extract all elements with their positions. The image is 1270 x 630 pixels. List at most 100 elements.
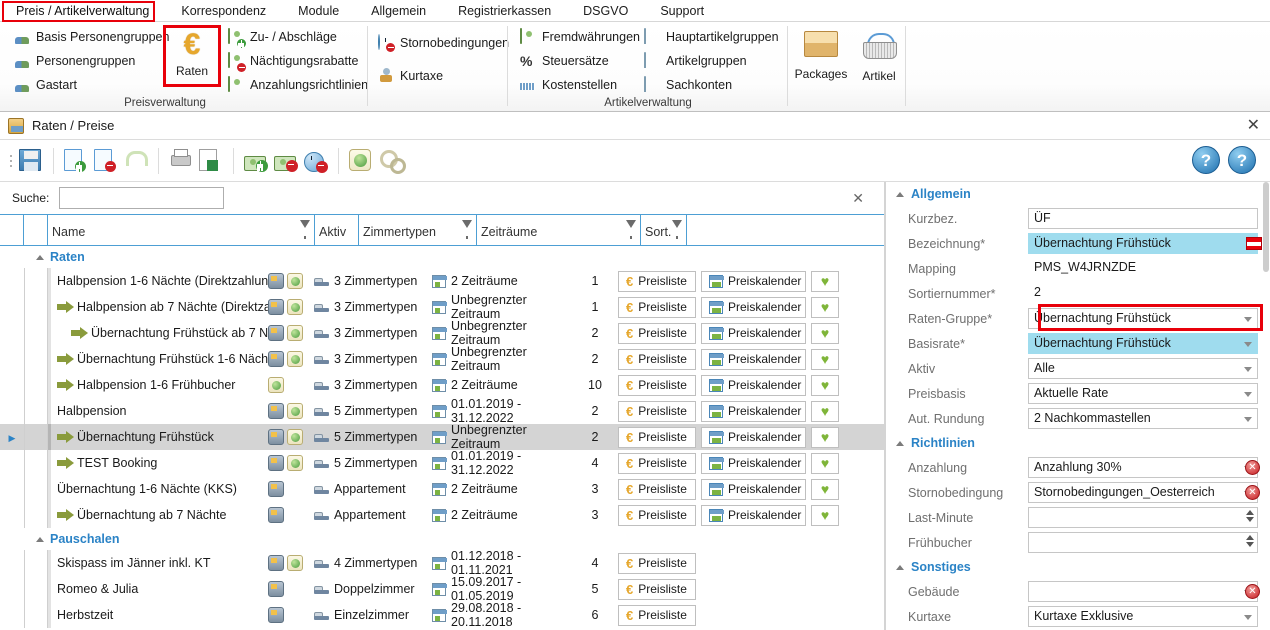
ribbon-tab-2[interactable]: Module: [282, 0, 355, 22]
row-expander[interactable]: ▶: [0, 430, 24, 444]
grid-column-header-blank[interactable]: [0, 215, 24, 245]
preiskalender-button[interactable]: Preiskalender: [701, 400, 806, 422]
preiskalender-button[interactable]: Preiskalender: [701, 322, 806, 344]
table-row[interactable]: Halbpension ab 7 Nächte (Direktzahl 3 Zim…: [0, 293, 884, 321]
cell-zimmertypen[interactable]: Appartement: [314, 508, 432, 522]
cell-name[interactable]: Übernachtung Frühstück: [48, 424, 268, 450]
card-icon[interactable]: [268, 507, 284, 523]
cell-zeitraeume[interactable]: 01.12.2018 - 01.11.2021: [432, 549, 572, 577]
grid-group-row[interactable]: Raten: [0, 246, 884, 268]
chevron-down-icon[interactable]: [1244, 317, 1252, 322]
cell-name[interactable]: Übernachtung 1-6 Nächte (KKS): [48, 476, 268, 502]
cell-zeitraeume[interactable]: 01.01.2019 - 31.12.2022: [432, 397, 572, 425]
table-row[interactable]: Romeo & Julia Doppelzimmer 15.09.2017 - 01…: [0, 575, 884, 603]
cell-zeitraeume[interactable]: 01.01.2019 - 31.12.2022: [432, 449, 572, 477]
grid-column-header-blank[interactable]: [687, 215, 883, 245]
cell-name[interactable]: Skispass im Jänner inkl. KT: [48, 550, 268, 576]
ribbon-item-artikelgruppen[interactable]: Artikelgruppen: [644, 50, 779, 71]
card-icon[interactable]: [268, 299, 284, 315]
kurzbez-input[interactable]: ÜF: [1028, 208, 1258, 229]
cell-zeitraeume[interactable]: 2 Zeiträume: [432, 508, 572, 522]
cell-zimmertypen[interactable]: 3 Zimmertypen: [314, 378, 432, 392]
excel-export-button[interactable]: [196, 146, 226, 176]
table-row[interactable]: Skispass im Jänner inkl. KT 4 Zimmertypen…: [0, 549, 884, 577]
chevron-down-icon[interactable]: [1244, 392, 1252, 397]
filter-icon[interactable]: [626, 220, 636, 239]
cell-zeitraeume[interactable]: 29.08.2018 - 20.11.2018: [432, 601, 572, 629]
cell-name[interactable]: Halbpension 1-6 Frühbucher: [48, 372, 268, 398]
preiskalender-button[interactable]: Preiskalender: [701, 296, 806, 318]
ribbon-tab-0[interactable]: Preis / Artikelverwaltung: [0, 0, 165, 22]
cell-zimmertypen[interactable]: 5 Zimmertypen: [314, 430, 432, 444]
ribbon-item-personengruppen[interactable]: Personengruppen: [14, 50, 169, 71]
chevron-down-icon[interactable]: [1244, 417, 1252, 422]
ribbon-item-gastart[interactable]: Gastart: [14, 74, 169, 95]
cell-zimmertypen[interactable]: Einzelzimmer: [314, 608, 432, 622]
chevron-down-icon[interactable]: [1244, 615, 1252, 620]
preiskalender-button[interactable]: Preiskalender: [701, 374, 806, 396]
grid-group-row[interactable]: Pauschalen: [0, 528, 884, 550]
cell-zeitraeume[interactable]: 15.09.2017 - 01.05.2019: [432, 575, 572, 603]
favorite-button[interactable]: ♥: [811, 478, 839, 500]
ribbon-button-raten[interactable]: € Raten: [164, 24, 220, 78]
filter-icon[interactable]: [300, 220, 310, 239]
aktiv-select[interactable]: Alle: [1028, 358, 1258, 379]
chevron-up-icon[interactable]: [896, 564, 904, 570]
preisliste-button[interactable]: € Preisliste: [618, 578, 696, 600]
web-icon[interactable]: [287, 429, 303, 445]
cell-zimmertypen[interactable]: 4 Zimmertypen: [314, 556, 432, 570]
cell-zimmertypen[interactable]: 3 Zimmertypen: [314, 300, 432, 314]
toolbar-grip[interactable]: [6, 149, 16, 173]
cell-zeitraeume[interactable]: Unbegrenzter Zeitraum: [432, 423, 572, 451]
ribbon-tab-3[interactable]: Allgemein: [355, 0, 442, 22]
preisliste-button[interactable]: € Preisliste: [618, 426, 696, 448]
preiskalender-button[interactable]: Preiskalender: [701, 504, 806, 526]
ribbon-item-sachkonten[interactable]: Sachkonten: [644, 74, 779, 95]
card-icon[interactable]: [268, 325, 284, 341]
preisliste-button[interactable]: € Preisliste: [618, 270, 696, 292]
preisliste-button[interactable]: € Preisliste: [618, 452, 696, 474]
chevron-up-icon[interactable]: [36, 254, 44, 260]
fr-hbucher-input[interactable]: [1028, 532, 1258, 553]
ribbon-item-kurtaxe[interactable]: Kurtaxe: [378, 65, 509, 86]
filter-icon[interactable]: [462, 220, 472, 239]
card-icon[interactable]: [268, 481, 284, 497]
favorite-button[interactable]: ♥: [811, 400, 839, 422]
table-row[interactable]: ▶ Übernachtung Frühstück 5 Zimmertypen Unbe…: [0, 423, 884, 451]
chevron-up-icon[interactable]: [36, 536, 44, 542]
stepper-icon[interactable]: [1246, 510, 1254, 522]
cell-zimmertypen[interactable]: 3 Zimmertypen: [314, 352, 432, 366]
ribbon-item-anzahlungsrichtlinien[interactable]: Anzahlungsrichtlinien: [228, 74, 368, 95]
cell-zimmertypen[interactable]: Doppelzimmer: [314, 582, 432, 596]
preiskalender-button[interactable]: Preiskalender: [701, 270, 806, 292]
detail-section-header[interactable]: Allgemein: [886, 182, 1270, 206]
table-row[interactable]: Halbpension 5 Zimmertypen 01.01.2019 - 31.…: [0, 397, 884, 425]
stornobedingung-select[interactable]: Stornobedingungen_Oesterreich: [1028, 482, 1258, 503]
web-icon[interactable]: [287, 555, 303, 571]
ribbon-button-packages[interactable]: Packages: [793, 24, 849, 81]
remove-rate-button[interactable]: [271, 146, 301, 176]
preisliste-button[interactable]: € Preisliste: [618, 374, 696, 396]
ribbon-button-artikel[interactable]: Artikel: [851, 24, 907, 83]
cell-name[interactable]: TEST Booking: [48, 450, 268, 476]
delete-button[interactable]: [91, 146, 121, 176]
favorite-button[interactable]: ♥: [811, 504, 839, 526]
detail-panel-scrollbar[interactable]: [1262, 182, 1270, 630]
preisliste-button[interactable]: € Preisliste: [618, 552, 696, 574]
aut--rundung-select[interactable]: 2 Nachkommastellen: [1028, 408, 1258, 429]
card-icon[interactable]: [268, 351, 284, 367]
last-minute-input[interactable]: [1028, 507, 1258, 528]
grid-column-header-sort[interactable]: Sort.: [641, 215, 687, 245]
web-icon[interactable]: [287, 273, 303, 289]
web-icon[interactable]: [287, 325, 303, 341]
favorite-button[interactable]: ♥: [811, 270, 839, 292]
kurtaxe-select[interactable]: Kurtaxe Exklusive: [1028, 606, 1258, 627]
geb-ude-select[interactable]: [1028, 581, 1258, 602]
web-icon[interactable]: [287, 299, 303, 315]
preiskalender-button[interactable]: Preiskalender: [701, 348, 806, 370]
cell-name[interactable]: Herbstzeit: [48, 602, 268, 628]
ribbon-item-fremdwaehrungen[interactable]: Fremdwährungen: [520, 26, 640, 47]
cell-name[interactable]: Halbpension 1-6 Nächte (Direktzahlung): [48, 268, 268, 294]
table-row[interactable]: TEST Booking 5 Zimmertypen 01.01.2019 - 31…: [0, 449, 884, 477]
grid-column-header-zeitrume[interactable]: Zeiträume: [477, 215, 641, 245]
